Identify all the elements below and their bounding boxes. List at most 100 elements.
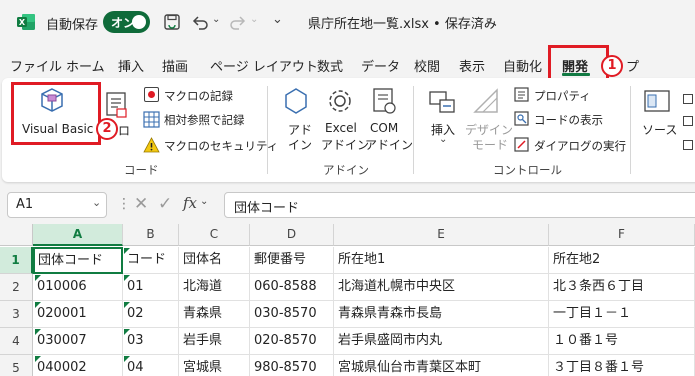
customize-icon[interactable]: ⌄ xyxy=(272,12,283,27)
tab-data[interactable]: データ xyxy=(361,56,400,75)
xml-map-properties-icon[interactable] xyxy=(683,94,693,104)
com-addins-label-line1[interactable]: COM xyxy=(370,121,398,135)
cell-d4[interactable]: 020-8570 xyxy=(250,328,334,355)
row-header-3[interactable]: 3 xyxy=(0,301,33,328)
cell-f3[interactable]: 一丁目１－１ xyxy=(549,301,695,328)
error-indicator-icon[interactable] xyxy=(124,302,130,308)
cell-a2[interactable]: 010006 xyxy=(33,274,123,301)
error-indicator-icon[interactable] xyxy=(35,275,41,281)
relative-reference-button[interactable]: 相対参照で記録 xyxy=(164,112,245,128)
tab-insert[interactable]: 挿入 xyxy=(118,56,144,75)
cell-c1[interactable]: 団体名 xyxy=(179,247,250,274)
cell-c5[interactable]: 宮城県 xyxy=(179,355,250,376)
select-all-corner[interactable] xyxy=(0,224,33,246)
save-icon[interactable] xyxy=(162,12,182,32)
cell-d3[interactable]: 030-8570 xyxy=(250,301,334,328)
record-macro-button[interactable]: マクロの記録 xyxy=(164,88,233,104)
cell-f1[interactable]: 所在地2 xyxy=(549,247,695,274)
tab-review[interactable]: 校閲 xyxy=(414,56,440,75)
gear-icon xyxy=(329,90,351,112)
cell-f2[interactable]: 北３条西６丁目 xyxy=(549,274,695,301)
cell-b3[interactable]: 02 xyxy=(123,301,179,328)
excel-addins-label-line1[interactable]: Excel xyxy=(325,121,357,135)
row-header-4[interactable]: 4 xyxy=(0,328,33,355)
error-indicator-icon[interactable] xyxy=(35,329,41,335)
properties-button[interactable]: プロパティ xyxy=(534,88,591,104)
cell-f4[interactable]: １０番１号 xyxy=(549,328,695,355)
chevron-down-icon[interactable]: ⌄ xyxy=(92,196,101,209)
chevron-down-icon[interactable]: ⌄ xyxy=(439,134,447,145)
view-code-button[interactable]: コードの表示 xyxy=(534,112,603,128)
cell-c4[interactable]: 岩手県 xyxy=(179,328,250,355)
tab-view[interactable]: 表示 xyxy=(459,56,485,75)
tab-file[interactable]: ファイル xyxy=(10,56,62,75)
cell-e2[interactable]: 北海道札幌市中央区 xyxy=(334,274,549,301)
cell-b2[interactable]: 01 xyxy=(123,274,179,301)
xml-source-icon xyxy=(644,90,670,112)
cell-a5[interactable]: 040002 xyxy=(33,355,123,376)
cell-a1[interactable]: 団体コード xyxy=(33,247,123,274)
cell-d5[interactable]: 980-8570 xyxy=(250,355,334,376)
error-indicator-icon[interactable] xyxy=(124,275,130,281)
cell-e5[interactable]: 宮城県仙台市青葉区本町 xyxy=(334,355,549,376)
row-header-5[interactable]: 5 xyxy=(0,355,33,376)
cell-b5[interactable]: 04 xyxy=(123,355,179,376)
error-indicator-icon[interactable] xyxy=(124,329,130,335)
design-mode-icon xyxy=(473,88,498,113)
tab-more[interactable]: プ xyxy=(626,56,639,75)
row-header-1[interactable]: 1 xyxy=(0,247,33,274)
cell-c2[interactable]: 北海道 xyxy=(179,274,250,301)
addins-label-line2[interactable]: イン xyxy=(288,136,312,153)
tab-home[interactable]: ホーム xyxy=(66,56,105,75)
tab-page-layout[interactable]: ページ レイアウト xyxy=(210,56,318,75)
cell-d2[interactable]: 060-8588 xyxy=(250,274,334,301)
error-indicator-icon[interactable] xyxy=(35,302,41,308)
column-header-e[interactable]: E xyxy=(334,224,549,246)
chevron-down-icon[interactable]: ⌄ xyxy=(484,12,494,26)
file-name[interactable]: 県庁所在地一覧.xlsx • 保存済み xyxy=(308,13,497,32)
column-header-b[interactable]: B xyxy=(123,224,179,246)
macro-security-button[interactable]: マクロのセキュリティ xyxy=(164,138,278,154)
xml-source-label[interactable]: ソース xyxy=(642,121,677,138)
run-dialog-button[interactable]: ダイアログの実行 xyxy=(534,138,626,154)
enter-icon[interactable]: ✓ xyxy=(158,194,172,214)
cell-f5[interactable]: ３丁目８番１号 xyxy=(549,355,695,376)
svg-text:X: X xyxy=(19,18,26,27)
error-indicator-icon[interactable] xyxy=(35,356,41,362)
cell-d1[interactable]: 郵便番号 xyxy=(250,247,334,274)
xml-expansion-packs-icon[interactable] xyxy=(683,116,693,126)
column-header-a[interactable]: A xyxy=(33,224,123,246)
cell-e1[interactable]: 所在地1 xyxy=(334,247,549,274)
redo-icon[interactable] xyxy=(228,12,248,32)
cell-e4[interactable]: 岩手県盛岡市内丸 xyxy=(334,328,549,355)
redo-dropdown-icon[interactable]: ⌄ xyxy=(250,14,258,25)
cell-b1[interactable]: コード xyxy=(123,247,179,274)
cell-b4[interactable]: 03 xyxy=(123,328,179,355)
cell-a3[interactable]: 020001 xyxy=(33,301,123,328)
error-indicator-icon[interactable] xyxy=(124,356,130,362)
tab-formulas[interactable]: 数式 xyxy=(317,56,343,75)
insert-function-icon[interactable]: fx xyxy=(183,194,197,212)
relative-reference-icon xyxy=(143,111,160,128)
row-header-2[interactable]: 2 xyxy=(0,274,33,301)
cell-a4[interactable]: 030007 xyxy=(33,328,123,355)
macros-label[interactable]: ロ xyxy=(118,122,130,139)
autosave-toggle[interactable]: オン xyxy=(103,11,150,33)
com-addins-label-line2[interactable]: アドイン xyxy=(365,136,413,153)
xml-refresh-icon[interactable] xyxy=(683,140,693,150)
properties-icon xyxy=(514,87,529,102)
undo-dropdown-icon[interactable]: ⌄ xyxy=(212,14,220,25)
undo-icon[interactable] xyxy=(190,12,210,32)
column-header-d[interactable]: D xyxy=(250,224,334,246)
macros-icon xyxy=(106,92,127,118)
column-header-c[interactable]: C xyxy=(179,224,250,246)
cancel-icon[interactable]: ✕ xyxy=(134,194,148,214)
excel-addins-label-line2[interactable]: アドイン xyxy=(321,136,369,153)
column-header-f[interactable]: F xyxy=(549,224,695,246)
tab-automate[interactable]: 自動化 xyxy=(503,56,542,75)
chevron-down-icon[interactable]: ⌄ xyxy=(200,196,208,207)
error-indicator-icon[interactable] xyxy=(124,248,130,254)
cell-c3[interactable]: 青森県 xyxy=(179,301,250,328)
cell-e3[interactable]: 青森県青森市長島 xyxy=(334,301,549,328)
tab-draw[interactable]: 描画 xyxy=(162,56,188,75)
